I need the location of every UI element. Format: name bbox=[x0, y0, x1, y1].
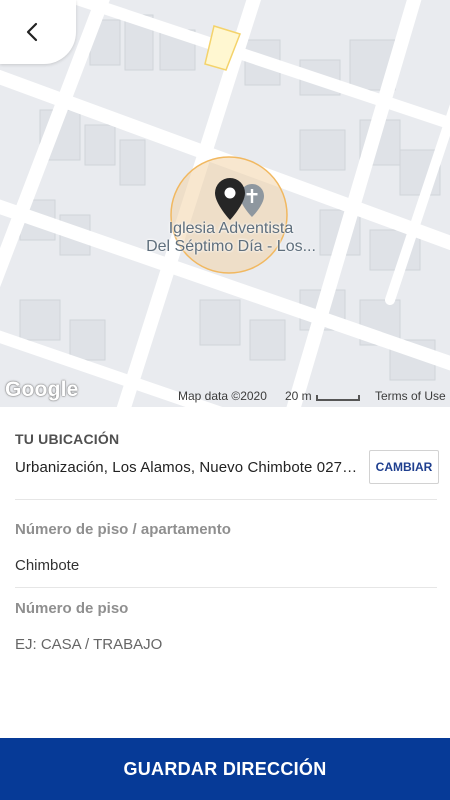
apartment-input[interactable] bbox=[15, 557, 435, 574]
map-credits: Google Map data ©2020 20 m Terms of Use bbox=[0, 378, 450, 407]
map-view[interactable]: Iglesia Adventista Del Séptimo Día - Los… bbox=[0, 0, 450, 407]
map-scale-label: 20 m bbox=[285, 389, 312, 403]
apartment-label: Número de piso / apartamento bbox=[15, 521, 231, 538]
map-scale-bar bbox=[316, 395, 360, 401]
place-name-line1: Iglesia Adventista bbox=[168, 220, 294, 237]
divider bbox=[15, 499, 437, 500]
terms-of-use-link[interactable]: Terms of Use bbox=[375, 389, 446, 403]
map-streets bbox=[0, 0, 450, 407]
map-data-credit: Map data ©2020 bbox=[178, 389, 267, 403]
place-name-line2: Del Séptimo Día - Los... bbox=[146, 238, 316, 255]
save-address-button[interactable]: GUARDAR DIRECCIÓN bbox=[0, 738, 450, 800]
divider bbox=[15, 587, 437, 588]
google-logo: Google bbox=[5, 378, 79, 401]
change-location-button[interactable]: CAMBIAR bbox=[369, 450, 439, 484]
floor-input[interactable] bbox=[15, 636, 435, 653]
chevron-left-icon bbox=[26, 22, 38, 42]
address-form: TU UBICACIÓN Urbanización, Los Alamos, N… bbox=[0, 407, 450, 738]
place-label[interactable]: Iglesia Adventista Del Séptimo Día - Los… bbox=[100, 220, 362, 256]
location-title: TU UBICACIÓN bbox=[15, 431, 120, 447]
floor-label: Número de piso bbox=[15, 600, 129, 617]
back-button[interactable] bbox=[0, 0, 76, 64]
address-text: Urbanización, Los Alamos, Nuevo Chimbote… bbox=[15, 459, 365, 476]
